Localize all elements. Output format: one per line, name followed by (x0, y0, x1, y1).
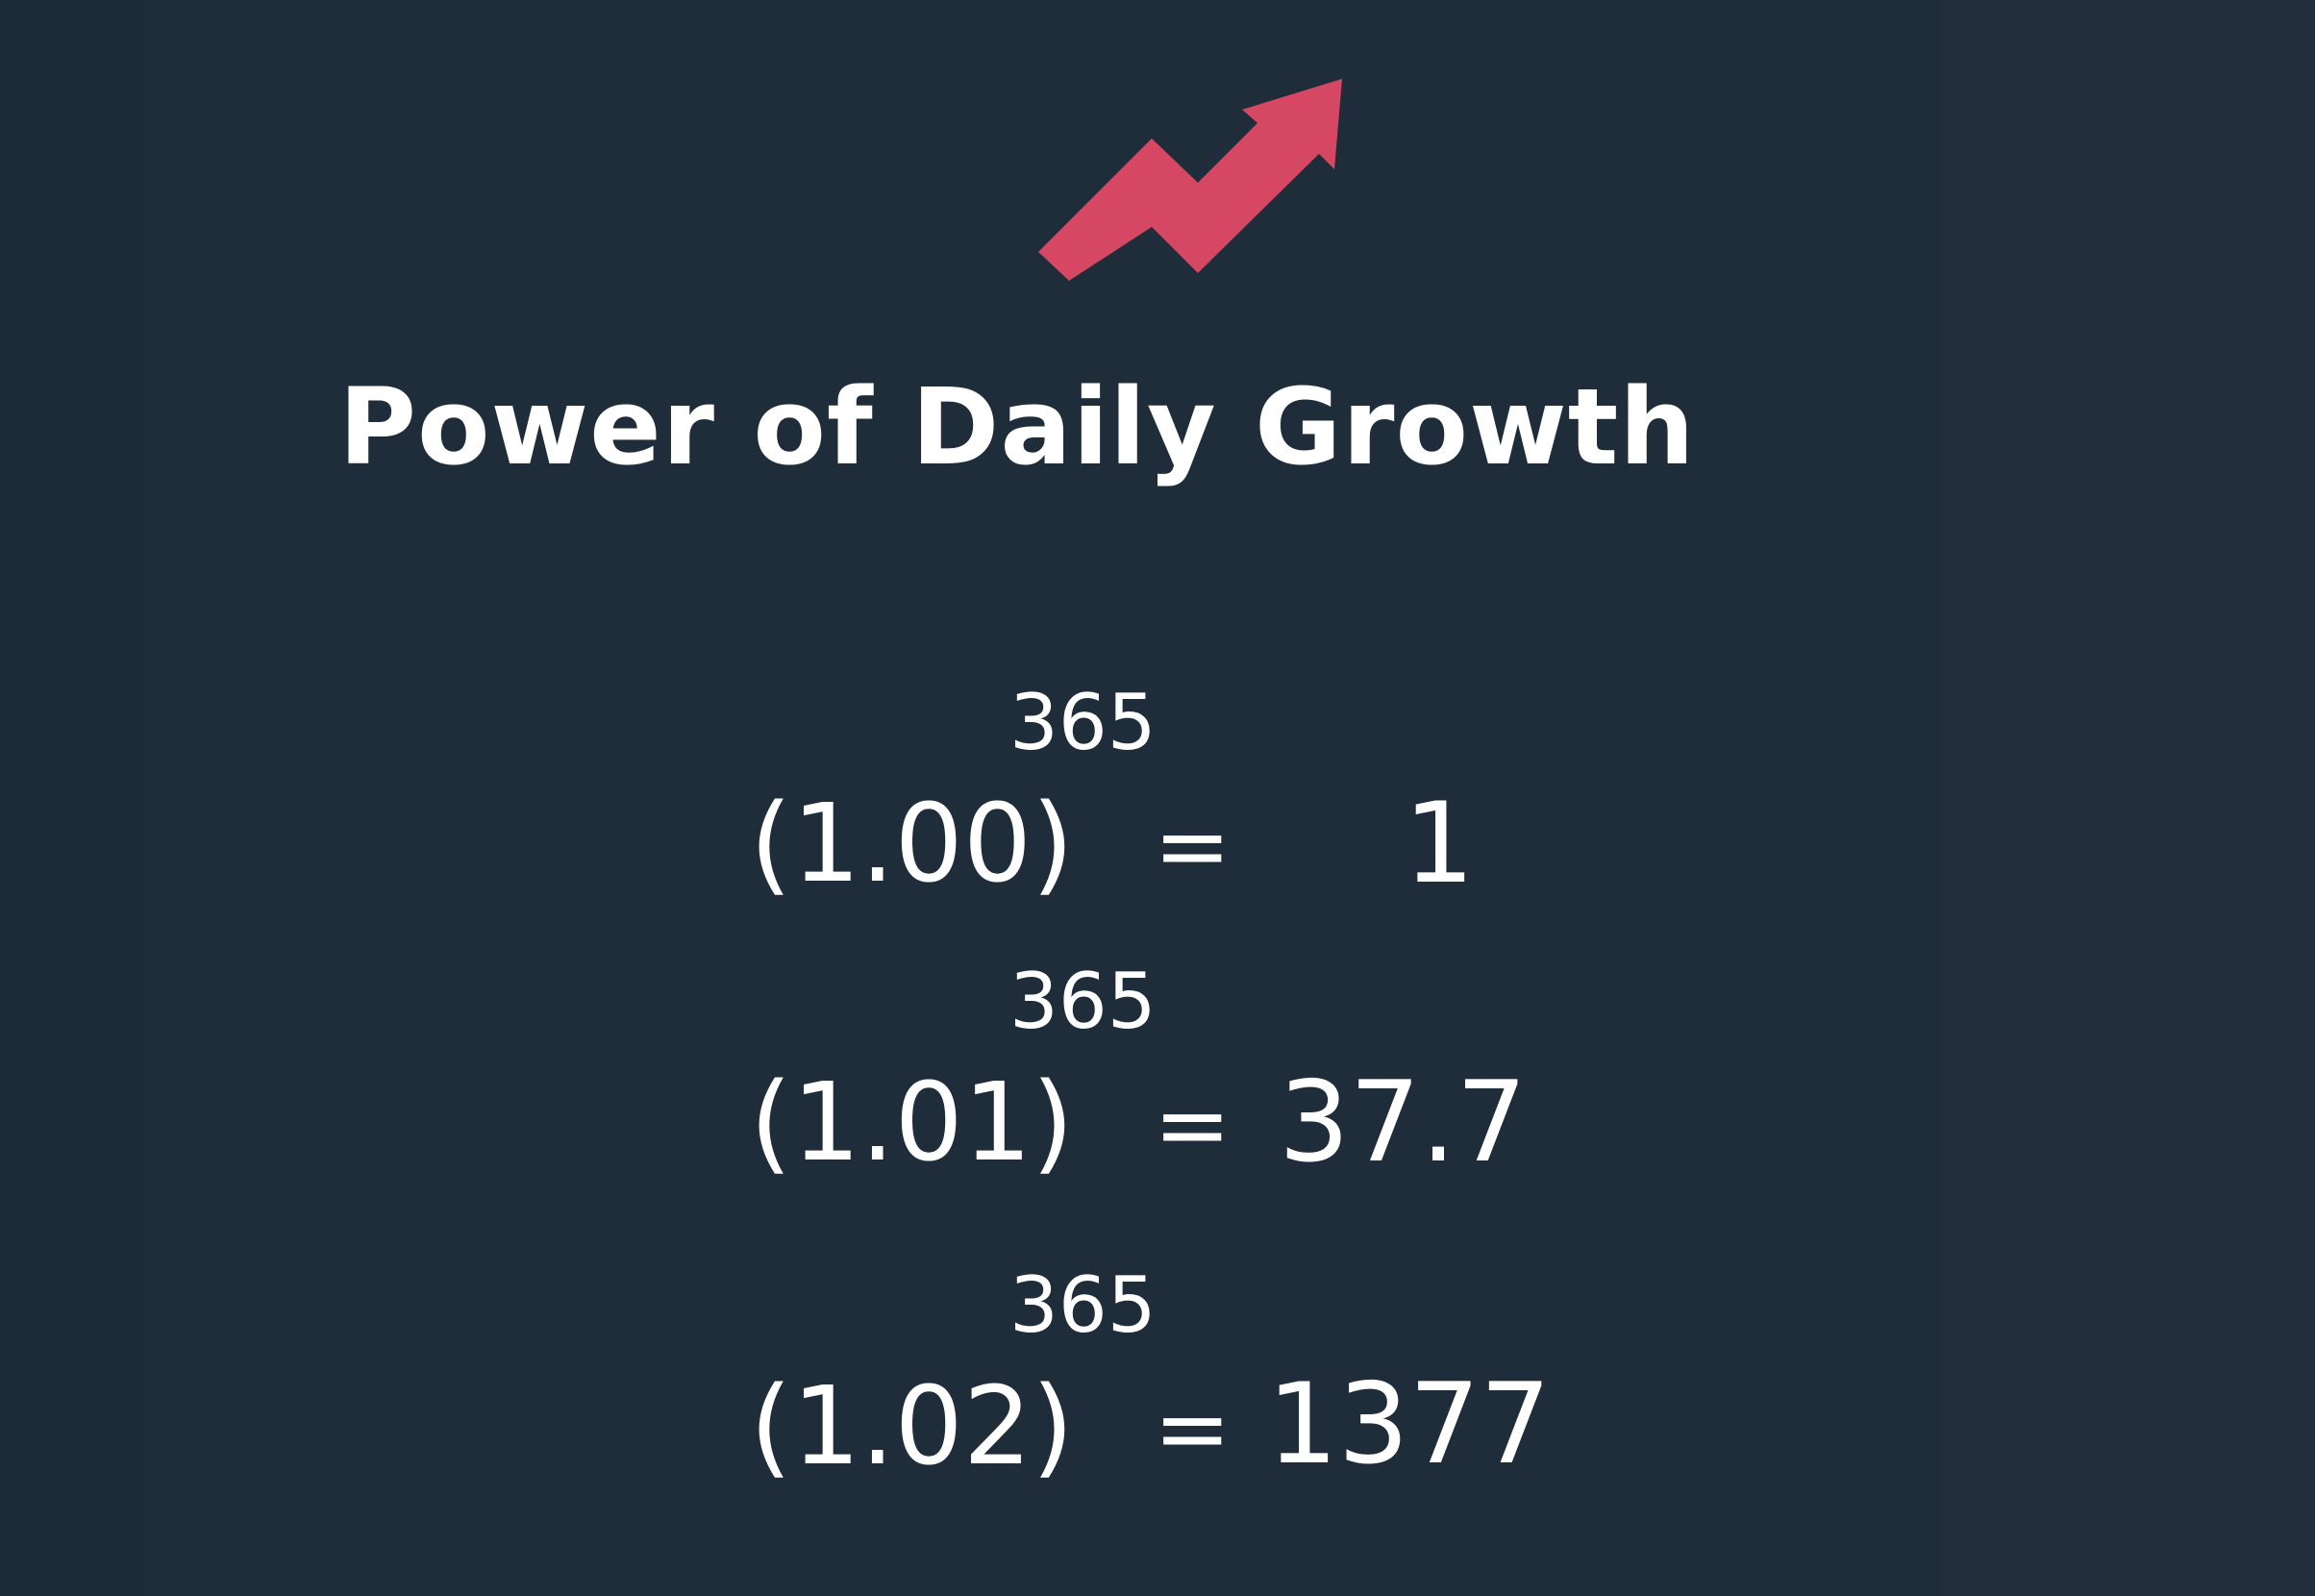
right-background-panel (1942, 0, 2315, 1596)
equation-base: (1.00) (750, 782, 1074, 907)
equals-sign: = (1154, 792, 1232, 900)
equals-sign: = (1154, 1375, 1232, 1483)
equals-sign: = (1154, 1071, 1232, 1179)
graphic-canvas: Power of Daily Growth 365 (1.00) = 1 365… (0, 0, 2315, 1596)
page-title-text: Power of Daily Growth (338, 365, 1696, 488)
equation-base: (1.01) (750, 1060, 1074, 1185)
equation-exponent: 365 (1009, 678, 1157, 767)
equation-result: 37.7 (1279, 1058, 1528, 1187)
equation-result: 1377 (1267, 1359, 1552, 1489)
equation-result: 1 (1404, 779, 1475, 909)
equation-exponent: 365 (1009, 1260, 1157, 1350)
growth-arrow-icon (1038, 79, 1342, 281)
page-title: Power of Daily Growth (0, 365, 2315, 488)
left-background-panel (0, 0, 144, 1596)
equation-base: (1.02) (750, 1364, 1074, 1489)
equation-exponent: 365 (1009, 957, 1157, 1046)
